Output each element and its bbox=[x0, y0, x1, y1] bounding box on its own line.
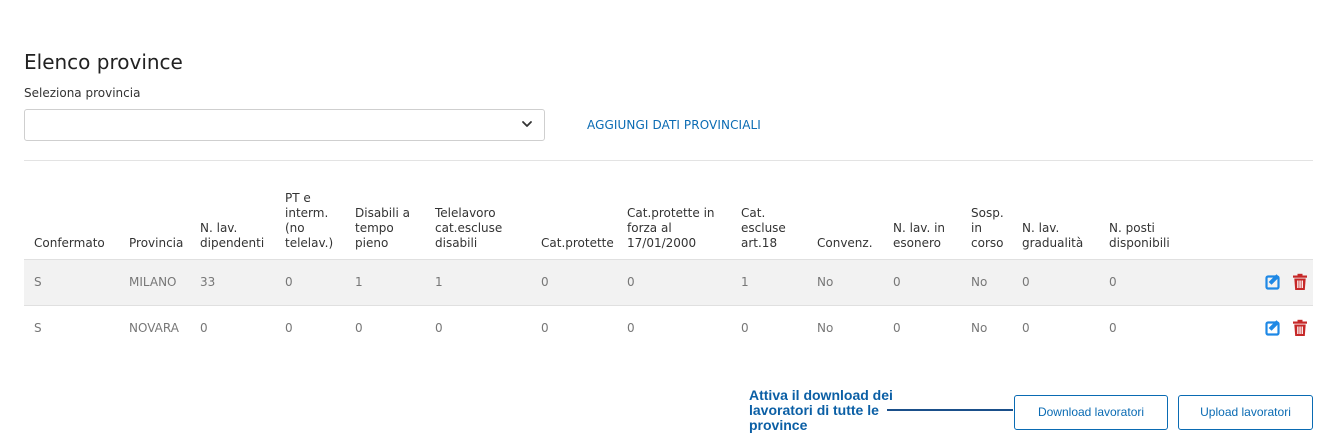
actions-header bbox=[1185, 161, 1313, 259]
table-cell: 1 bbox=[345, 259, 425, 305]
table-cell: 0 bbox=[200, 321, 208, 336]
table-cell: 0 bbox=[1012, 259, 1099, 305]
column-header: Cat. escluse art.18 bbox=[741, 205, 786, 250]
table-cell: 0 bbox=[541, 321, 549, 336]
table-cell: No bbox=[961, 259, 1012, 305]
table-cell: No bbox=[971, 321, 988, 336]
column-header: N. lav. gradualità bbox=[1022, 220, 1084, 250]
edit-icon[interactable] bbox=[1265, 319, 1283, 337]
table-cell: 0 bbox=[1022, 321, 1030, 336]
table-cell: 0 bbox=[275, 259, 345, 305]
column-header: Cat.protette in forza al 17/01/2000 bbox=[627, 205, 715, 250]
table-row: S MILANO 33 0 1 1 0 0 1 No 0 No 0 0 bbox=[24, 259, 1313, 305]
table-cell: 33 bbox=[190, 259, 275, 305]
table-cell: 0 bbox=[285, 321, 293, 336]
column-header: N. lav. dipendenti bbox=[200, 220, 265, 250]
provinces-table: Confermato Provincia N. lav. dipendenti … bbox=[24, 161, 1313, 351]
column-header: Convenz. bbox=[817, 235, 873, 250]
table-header-row: Confermato Provincia N. lav. dipendenti … bbox=[24, 161, 1313, 259]
table-cell: No bbox=[817, 321, 834, 336]
column-header: Disabili a tempo pieno bbox=[355, 205, 410, 250]
table-cell: NOVARA bbox=[129, 321, 179, 336]
table-cell: S bbox=[34, 321, 42, 336]
column-header: Sosp. in corso bbox=[971, 205, 1004, 250]
add-provincial-data-link[interactable]: AGGIUNGI DATI PROVINCIALI bbox=[587, 118, 761, 132]
table-cell: 1 bbox=[425, 259, 531, 305]
row-actions bbox=[1185, 259, 1313, 305]
table-cell: 0 bbox=[1109, 321, 1117, 336]
trash-icon[interactable] bbox=[1291, 319, 1309, 337]
column-header: PT e interm. (no telelav.) bbox=[285, 190, 334, 250]
column-header: Confermato bbox=[34, 235, 105, 250]
table-cell: 0 bbox=[617, 259, 731, 305]
column-header: Telelavoro cat.escluse disabili bbox=[435, 205, 503, 250]
column-header: N. lav. in esonero bbox=[893, 220, 946, 250]
page-title: Elenco province bbox=[24, 50, 183, 74]
column-header: Provincia bbox=[129, 235, 184, 250]
table-row: S NOVARA 0 0 0 0 0 0 0 No 0 No 0 0 bbox=[24, 305, 1313, 351]
download-workers-button[interactable]: Download lavoratori bbox=[1014, 395, 1168, 430]
table-cell: 0 bbox=[893, 321, 901, 336]
table-cell: 0 bbox=[435, 321, 443, 336]
table-cell: 0 bbox=[627, 321, 635, 336]
column-header: Cat.protette bbox=[541, 235, 614, 250]
select-province-label: Seleziona provincia bbox=[24, 86, 141, 100]
chevron-down-icon bbox=[522, 121, 532, 127]
trash-icon[interactable] bbox=[1291, 273, 1309, 291]
column-header: N. posti disponibili bbox=[1109, 220, 1170, 250]
annotation-pointer-line bbox=[887, 409, 1013, 411]
table-cell: 0 bbox=[1099, 259, 1185, 305]
table-cell: 0 bbox=[741, 321, 749, 336]
edit-icon[interactable] bbox=[1265, 273, 1283, 291]
upload-workers-button[interactable]: Upload lavoratori bbox=[1178, 395, 1313, 430]
row-actions bbox=[1185, 305, 1313, 351]
table-cell: MILANO bbox=[119, 259, 190, 305]
table-cell: 0 bbox=[531, 259, 617, 305]
table-cell: 0 bbox=[883, 259, 961, 305]
table-cell: 1 bbox=[731, 259, 807, 305]
table-cell: No bbox=[807, 259, 883, 305]
table-cell: 0 bbox=[355, 321, 363, 336]
province-select[interactable] bbox=[24, 109, 545, 141]
table-cell: S bbox=[24, 259, 119, 305]
